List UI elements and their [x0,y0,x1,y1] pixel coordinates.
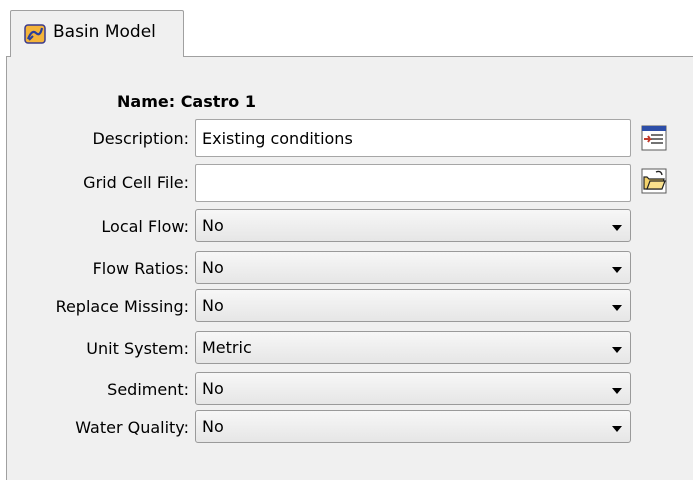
chevron-down-icon [612,347,622,353]
flow-ratios-select[interactable]: No [195,251,631,284]
chevron-down-icon [612,388,622,394]
edit-description-icon[interactable] [641,125,667,151]
grid-cell-file-input[interactable] [195,164,631,202]
flow-ratios-value: No [202,258,224,277]
chevron-down-icon [612,426,622,432]
description-value: Existing conditions [202,129,353,148]
unit-system-value: Metric [202,338,252,357]
sediment-value: No [202,379,224,398]
tab-label: Basin Model [53,22,156,42]
chevron-down-icon [612,305,622,311]
basin-model-icon [24,24,46,44]
local-flow-label: Local Flow: [101,217,189,236]
replace-missing-label: Replace Missing: [55,297,189,316]
flow-ratios-label: Flow Ratios: [92,259,189,278]
description-input[interactable]: Existing conditions [195,119,631,157]
unit-system-select[interactable]: Metric [195,331,631,364]
chevron-down-icon [612,225,622,231]
local-flow-select[interactable]: No [195,209,631,242]
name-label: Name: [117,92,176,111]
name-row: Name: Castro 1 [117,92,256,111]
tab-gap [11,55,183,58]
tab-basin-model[interactable]: Basin Model [10,10,184,57]
sediment-label: Sediment: [107,380,189,399]
open-folder-icon[interactable] [641,168,667,194]
water-quality-select[interactable]: No [195,410,631,443]
tab-strip: Basin Model [0,0,693,57]
unit-system-label: Unit System: [86,339,189,358]
chevron-down-icon [612,267,622,273]
grid-cell-file-label: Grid Cell File: [83,173,189,192]
local-flow-value: No [202,216,224,235]
replace-missing-select[interactable]: No [195,289,631,322]
water-quality-value: No [202,417,224,436]
name-value: Castro 1 [180,92,256,111]
replace-missing-value: No [202,296,224,315]
sediment-select[interactable]: No [195,372,631,405]
description-label: Description: [92,129,189,148]
water-quality-label: Water Quality: [75,418,189,437]
